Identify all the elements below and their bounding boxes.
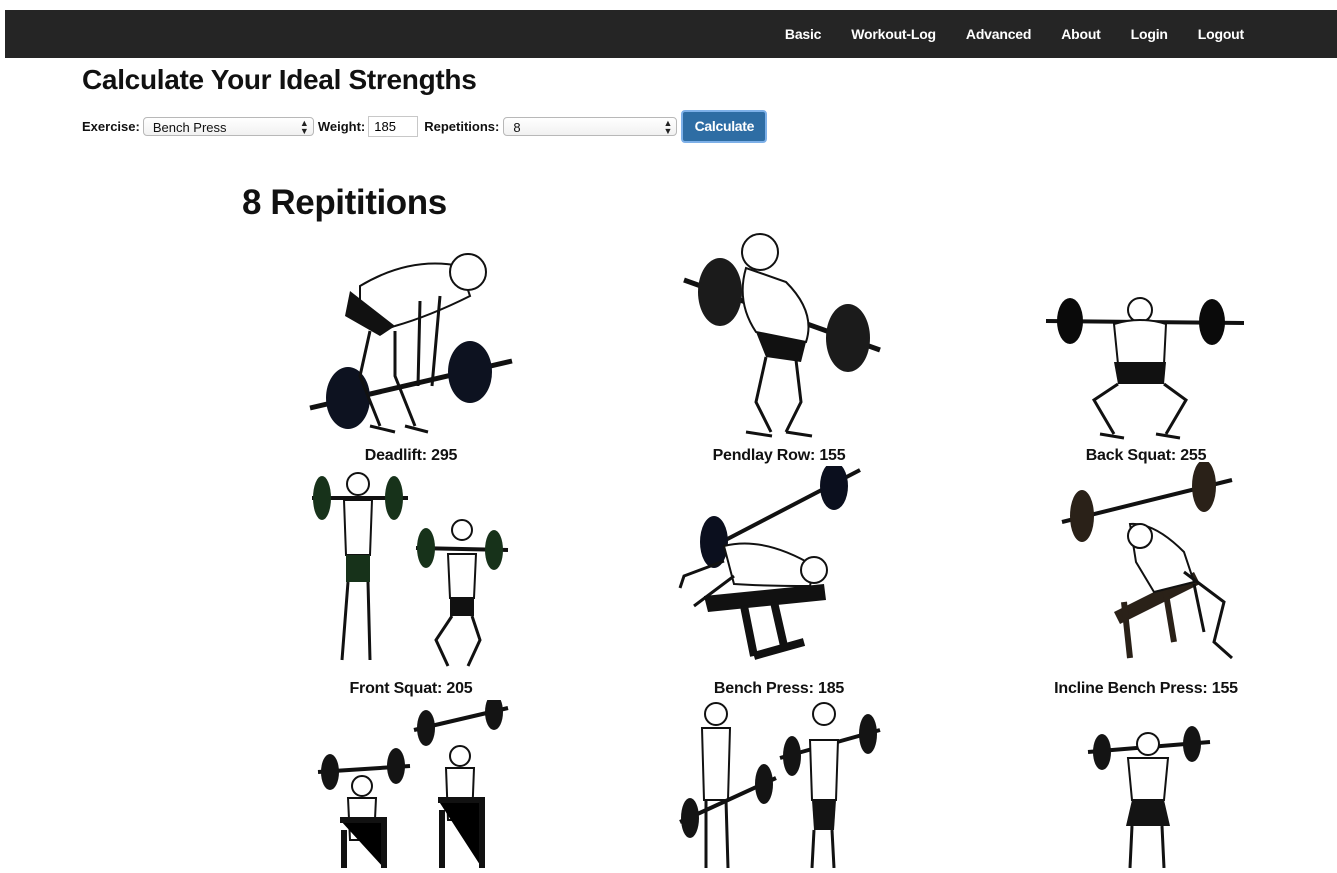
result-label-pendlay-row: Pendlay Row: 155 — [712, 447, 846, 464]
weight-label: Weight: — [317, 118, 366, 134]
nav-link-basic[interactable]: Basic — [785, 26, 822, 42]
nav-link-advanced[interactable]: Advanced — [966, 26, 1032, 42]
bench-press-illustration — [674, 462, 864, 675]
select-arrows-icon: ▲ ▼ — [663, 117, 673, 136]
front-squat-illustration — [308, 470, 514, 677]
incline-bench-press-illustration — [1054, 460, 1234, 677]
top-navbar: Basic Workout-Log Advanced About Login L… — [5, 10, 1337, 58]
repetitions-select-value: 8 — [513, 119, 521, 135]
overhead-press-illustration — [1086, 726, 1212, 873]
nav-link-logout[interactable]: Logout — [1198, 26, 1244, 42]
exercise-label: Exercise: — [82, 118, 140, 134]
nav-link-workout-log[interactable]: Workout-Log — [851, 26, 936, 42]
calculate-button[interactable]: Calculate — [681, 109, 768, 143]
exercise-select-value: Bench Press — [152, 119, 227, 135]
result-label-incline-bench-press: Incline Bench Press: 155 — [1054, 680, 1238, 697]
repetitions-label: Repetitions: — [424, 118, 500, 134]
result-label-front-squat: Front Squat: 205 — [349, 680, 473, 697]
nav-links: Basic Workout-Log Advanced About Login L… — [755, 10, 1244, 58]
calculator-form: Exercise: Bench Press ▲▼ Weight: Repetit… — [82, 109, 768, 143]
result-label-deadlift: Deadlift: 295 — [364, 447, 458, 464]
back-squat-illustration — [1044, 296, 1246, 445]
result-label-bench-press: Bench Press: 185 — [713, 680, 845, 697]
nav-link-login[interactable]: Login — [1131, 26, 1168, 42]
exercise-select[interactable]: Bench Press ▲ ▼ — [142, 116, 314, 136]
select-arrows-icon: ▲ ▼ — [299, 117, 309, 136]
page-title: Calculate Your Ideal Strengths — [82, 64, 477, 95]
deadlift-illustration — [300, 236, 520, 445]
repetitions-select[interactable]: 8 ▲ ▼ — [503, 116, 678, 136]
barbell-curl-illustration — [676, 700, 882, 873]
pendlay-row-illustration — [676, 232, 886, 445]
nav-link-about[interactable]: About — [1061, 26, 1101, 42]
repetitions-heading: 8 Repititions — [242, 183, 447, 222]
seated-press-illustration — [314, 694, 510, 873]
weight-input[interactable] — [368, 115, 419, 137]
